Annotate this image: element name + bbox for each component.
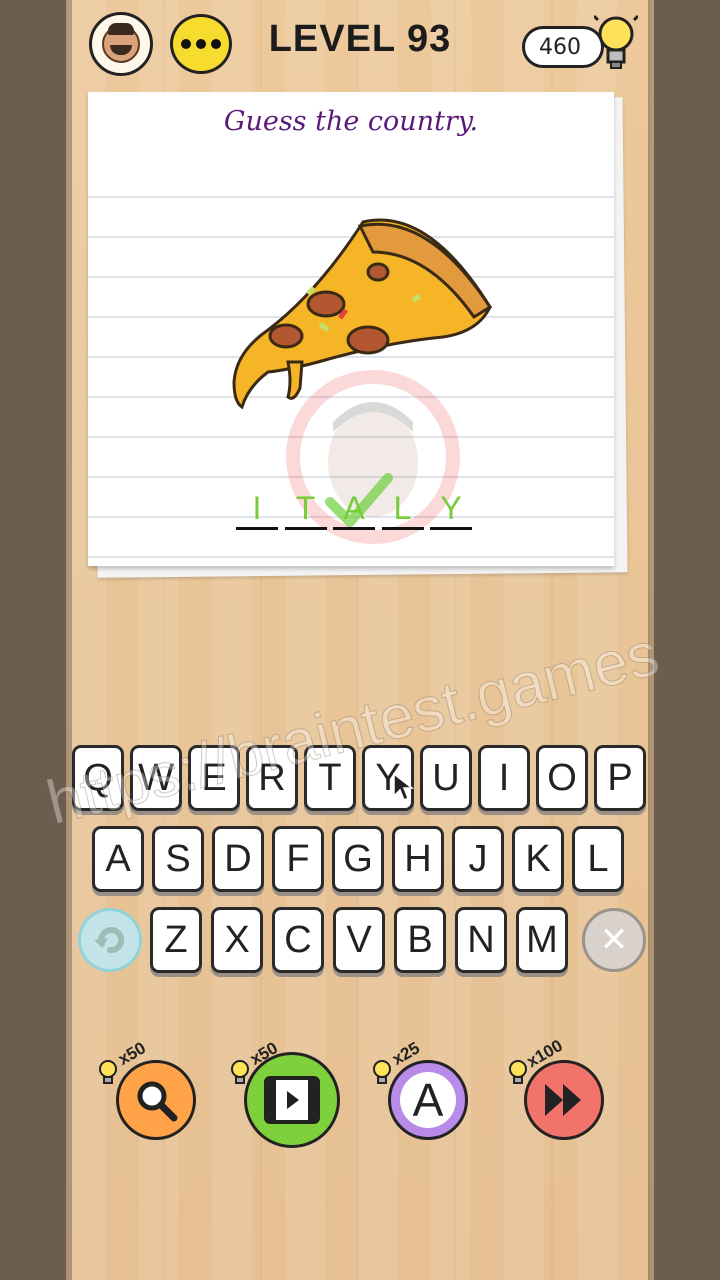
key-o[interactable]: O	[536, 745, 588, 811]
answer-slot: Y	[430, 490, 472, 530]
key-s[interactable]: S	[152, 826, 204, 892]
key-c[interactable]: C	[272, 907, 324, 973]
key-a[interactable]: A	[92, 826, 144, 892]
delete-button[interactable]: ✕	[582, 908, 646, 972]
answer-slots: I T A L Y	[236, 490, 472, 530]
key-h[interactable]: H	[392, 826, 444, 892]
answer-slot: T	[284, 490, 327, 530]
question-text: Guess the country.	[223, 106, 479, 137]
key-k[interactable]: K	[512, 826, 564, 892]
key-d[interactable]: D	[212, 826, 264, 892]
mouse-cursor-icon	[393, 772, 414, 802]
key-f[interactable]: F	[272, 826, 324, 892]
film-video-icon	[264, 1076, 320, 1124]
key-b[interactable]: B	[394, 907, 446, 973]
pizza-slice-image[interactable]	[228, 212, 498, 412]
skip-level-button[interactable]	[524, 1060, 604, 1140]
answer-slot: L	[381, 490, 424, 530]
dot-icon	[211, 39, 221, 49]
dot-icon	[196, 39, 206, 49]
watch-video-button[interactable]	[244, 1052, 340, 1148]
reveal-letter-button[interactable]: A	[388, 1060, 468, 1140]
key-v[interactable]: V	[333, 907, 385, 973]
answer-slot: A	[333, 490, 375, 530]
hint-coin-counter[interactable]: 460	[522, 26, 604, 68]
dot-icon	[181, 39, 191, 49]
key-u[interactable]: U	[420, 745, 472, 811]
key-n[interactable]: N	[455, 907, 507, 973]
puzzle-card: Guess the country. I T A L Y	[88, 92, 614, 566]
key-g[interactable]: G	[332, 826, 384, 892]
more-options-button[interactable]	[170, 14, 232, 74]
undo-button[interactable]	[78, 908, 142, 972]
search-icon	[137, 1081, 178, 1122]
key-x[interactable]: X	[211, 907, 263, 973]
close-icon: ✕	[599, 920, 629, 960]
key-m[interactable]: M	[516, 907, 568, 973]
key-l[interactable]: L	[572, 826, 624, 892]
profile-avatar-button[interactable]	[89, 12, 153, 76]
key-z[interactable]: Z	[150, 907, 202, 973]
letter-badge: A	[400, 1072, 456, 1128]
lightbulb-icon[interactable]	[594, 12, 638, 74]
key-p[interactable]: P	[594, 745, 646, 811]
level-title: LEVEL 93	[268, 18, 452, 60]
undo-icon	[94, 927, 125, 954]
avatar-face-icon	[102, 23, 140, 63]
fast-forward-icon	[545, 1084, 581, 1116]
key-i[interactable]: I	[478, 745, 530, 811]
hint-bulb-icon	[99, 1060, 117, 1084]
key-j[interactable]: J	[452, 826, 504, 892]
search-powerup-button[interactable]	[116, 1060, 196, 1140]
left-edge	[66, 0, 72, 1280]
answer-slot: I	[236, 490, 278, 530]
